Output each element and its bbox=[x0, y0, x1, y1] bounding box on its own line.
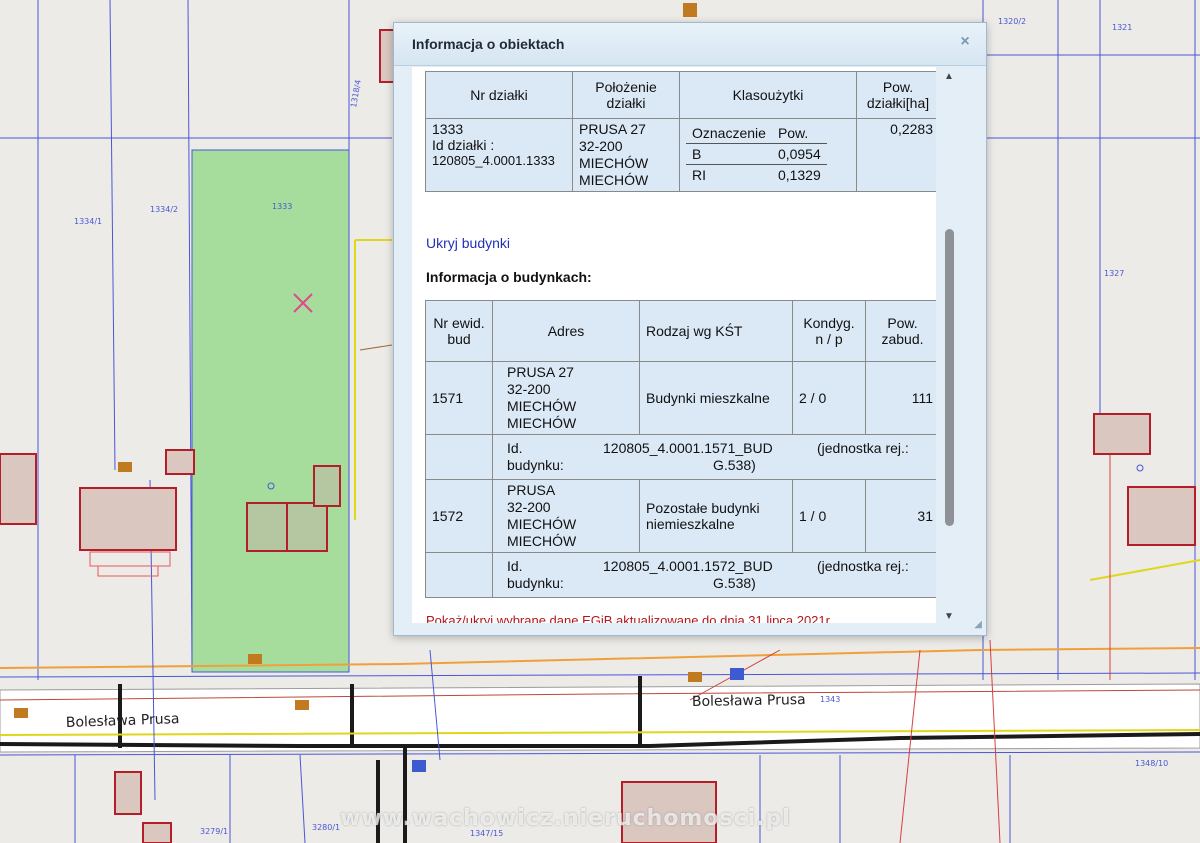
plot-location-cell: PRUSA 27 32-200 MIECHÓW MIECHÓW bbox=[572, 118, 680, 192]
dialog-content[interactable]: Nr działki Położenie działki Klasoużytki… bbox=[412, 67, 936, 623]
building-id-label: budynku: bbox=[507, 575, 564, 591]
building-bottom-left bbox=[114, 771, 142, 815]
address-line: 32-200 bbox=[507, 499, 551, 515]
svg-text:1333: 1333 bbox=[272, 202, 292, 211]
plot-nr: 1333 bbox=[432, 121, 464, 137]
location-line: MIECHÓW bbox=[579, 155, 649, 171]
scroll-up-icon[interactable]: ▲ bbox=[942, 71, 956, 83]
land-use-area: 0,0954 bbox=[771, 143, 827, 165]
col-header-floors: Kondyg. n / p bbox=[792, 300, 866, 362]
svg-text:1321: 1321 bbox=[1112, 23, 1132, 32]
dialog-title: Informacja o obiektach bbox=[412, 36, 565, 52]
land-use-area: 0,1329 bbox=[777, 167, 821, 183]
building-id-label: Id. bbox=[507, 440, 523, 456]
building-edge-left bbox=[0, 453, 37, 525]
object-info-dialog: Informacja o obiektach × Nr działki Poło… bbox=[393, 22, 987, 636]
table-row: 1571 PRUSA 27 32-200 MIECHÓW MIECHÓW Bud… bbox=[425, 361, 936, 435]
building-type: Pozostałe budynki niemieszkalne bbox=[639, 479, 793, 553]
building-type: Budynki mieszkalne bbox=[639, 361, 793, 435]
col-header-built-area: Pow. zabud. bbox=[865, 300, 936, 362]
col-header-type: Rodzaj wg KŚT bbox=[639, 300, 793, 362]
land-use-code: B bbox=[686, 143, 772, 165]
building-address-cell: PRUSA 27 32-200 MIECHÓW MIECHÓW bbox=[492, 361, 640, 435]
col-header-land-use: Klasoużytki bbox=[679, 71, 857, 119]
building-id-cell: Id. budynku: 120805_4.0001.1571_BUD G.53… bbox=[492, 434, 936, 480]
location-line: MIECHÓW bbox=[579, 172, 649, 188]
building-right-large bbox=[1127, 486, 1196, 546]
col-header-plot-nr: Nr działki bbox=[425, 71, 573, 119]
land-use-code: RI bbox=[692, 167, 706, 183]
address-line: MIECHÓW bbox=[507, 516, 577, 532]
col-header-location: Położenie działki bbox=[572, 71, 680, 119]
vertical-scrollbar[interactable]: ▲ ▼ bbox=[940, 71, 958, 623]
buildings-heading: Informacja o budynkach: bbox=[426, 269, 592, 285]
col-header-building-nr: Nr ewid. bud bbox=[425, 300, 493, 362]
building-left-large bbox=[79, 487, 177, 551]
registry-unit-value: G.538) bbox=[713, 457, 756, 473]
building-nr: 1571 bbox=[425, 361, 493, 435]
land-use-header-area: Pow. bbox=[771, 123, 827, 144]
svg-text:1320/2: 1320/2 bbox=[998, 17, 1026, 26]
registry-unit-label: (jednostka rej.: bbox=[817, 440, 909, 456]
building-id-cell: Id. budynku: 120805_4.0001.1572_BUD G.53… bbox=[492, 552, 936, 598]
building-id-label: budynku: bbox=[507, 457, 564, 473]
scroll-thumb[interactable] bbox=[945, 229, 954, 526]
plot-id-label: Id działki : bbox=[432, 137, 495, 153]
building-floors: 2 / 0 bbox=[792, 361, 866, 435]
empty-cell bbox=[425, 552, 493, 598]
svg-text:1327: 1327 bbox=[1104, 269, 1124, 278]
svg-text:3280/1: 3280/1 bbox=[312, 823, 340, 832]
address-line: MIECHÓW bbox=[507, 398, 577, 414]
svg-text:3279/1: 3279/1 bbox=[200, 827, 228, 836]
registry-unit-value: G.538) bbox=[713, 575, 756, 591]
building-area: 111 bbox=[865, 361, 936, 435]
building-right-small bbox=[1093, 413, 1151, 455]
address-line: 32-200 bbox=[507, 381, 551, 397]
building-address-cell: PRUSA 32-200 MIECHÓW MIECHÓW bbox=[492, 479, 640, 553]
selected-parcel bbox=[191, 149, 350, 673]
resize-grip-icon[interactable]: ◢ bbox=[970, 619, 982, 631]
location-line: PRUSA 27 bbox=[579, 121, 646, 137]
registry-unit-label: (jednostka rej.: bbox=[817, 558, 909, 574]
table-row: 1572 PRUSA 32-200 MIECHÓW MIECHÓW Pozost… bbox=[425, 479, 936, 553]
svg-text:1343: 1343 bbox=[820, 695, 840, 704]
address-line: PRUSA bbox=[507, 482, 556, 498]
svg-text:1334/1: 1334/1 bbox=[74, 217, 102, 226]
building-left-small bbox=[165, 449, 195, 475]
building-nr: 1572 bbox=[425, 479, 493, 553]
land-use-subtable: Oznaczenie Pow. B 0,0954 RI 0,1329 bbox=[686, 123, 827, 185]
plot-nr-cell: 1333 Id działki : 120805_4.0001.1333 bbox=[425, 118, 573, 192]
building-area: 31 bbox=[865, 479, 936, 553]
address-line: MIECHÓW bbox=[507, 415, 577, 431]
empty-cell bbox=[425, 434, 493, 480]
scroll-down-icon[interactable]: ▼ bbox=[942, 611, 956, 623]
svg-text:1348/10: 1348/10 bbox=[1135, 759, 1168, 768]
street-label-right: Bolesława Prusa bbox=[692, 692, 806, 710]
col-header-area: Pow. działki[ha] bbox=[856, 71, 936, 119]
land-use-cell: Oznaczenie Pow. B 0,0954 RI 0,1329 bbox=[679, 118, 857, 192]
building-floors: 1 / 0 bbox=[792, 479, 866, 553]
table-row: Id. budynku: 120805_4.0001.1571_BUD G.53… bbox=[425, 434, 936, 480]
location-line: 32-200 bbox=[579, 138, 623, 154]
col-header-address: Adres bbox=[492, 300, 640, 362]
dialog-header[interactable]: Informacja o obiektach × bbox=[394, 23, 986, 66]
plot-id-value: 120805_4.0001.1333 bbox=[432, 153, 555, 168]
land-use-header-code: Oznaczenie bbox=[686, 123, 772, 144]
buildings-table: Nr ewid. bud Adres Rodzaj wg KŚT Kondyg.… bbox=[425, 300, 936, 598]
address-line: PRUSA 27 bbox=[507, 364, 574, 380]
watermark-text: www.wachowicz.nieruchomosci.pl bbox=[340, 806, 791, 831]
close-icon[interactable]: × bbox=[956, 33, 974, 51]
building-bottom-small bbox=[142, 822, 172, 843]
table-row: Id. budynku: 120805_4.0001.1572_BUD G.53… bbox=[425, 552, 936, 598]
building-top bbox=[379, 29, 395, 83]
hide-buildings-link[interactable]: Ukryj budynki bbox=[426, 235, 510, 251]
plot-area-cell: 0,2283 bbox=[856, 118, 936, 192]
building-1572 bbox=[313, 465, 341, 507]
egib-data-toggle-link[interactable]: Pokaż/ukryj wybrane dane EGiB aktualizow… bbox=[426, 613, 833, 623]
building-id-label: Id. bbox=[507, 558, 523, 574]
plot-table: Nr działki Położenie działki Klasoużytki… bbox=[425, 71, 936, 192]
svg-text:1334/2: 1334/2 bbox=[150, 205, 178, 214]
address-line: MIECHÓW bbox=[507, 533, 577, 549]
